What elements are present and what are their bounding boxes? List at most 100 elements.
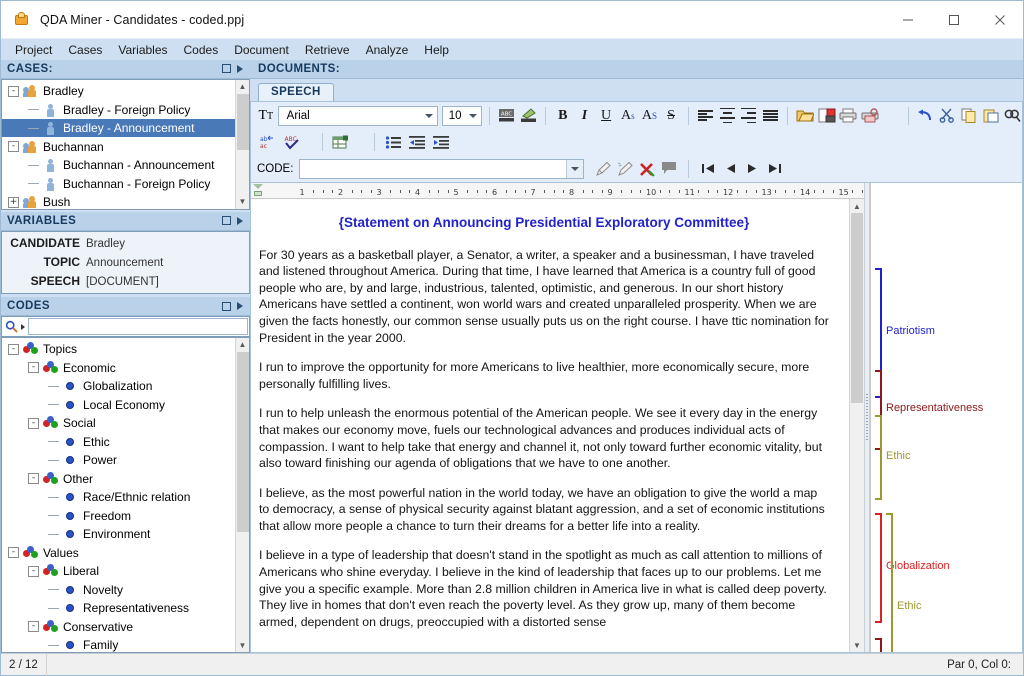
underline-button[interactable]: U [596, 105, 616, 126]
code-row[interactable]: Globalization [2, 377, 235, 396]
case-row[interactable]: -Buchannan [2, 137, 235, 156]
bullet-list-icon[interactable] [382, 132, 404, 153]
align-right-button[interactable] [739, 105, 759, 126]
cases-menu-arrow-icon[interactable] [237, 65, 243, 73]
coding-margin[interactable]: PatriotismRepresentativenessEthicGlobali… [870, 183, 1022, 652]
previous-segment-button[interactable] [719, 158, 741, 179]
open-file-icon[interactable] [795, 105, 815, 126]
code-row[interactable]: Representativeness [2, 599, 235, 618]
variable-row[interactable]: SPEECH [DOCUMENT] [2, 274, 249, 293]
case-row[interactable]: Bradley - Announcement [2, 119, 235, 138]
code-bracket[interactable] [875, 513, 882, 623]
code-row[interactable]: -Topics [2, 340, 235, 359]
code-row[interactable]: -Liberal [2, 562, 235, 581]
tree-expander[interactable]: - [28, 566, 39, 577]
bold-button[interactable]: B [553, 105, 573, 126]
paste-icon[interactable] [981, 105, 1001, 126]
code-margin-label[interactable]: Globalization [886, 560, 950, 572]
case-row[interactable]: Buchannan - Foreign Policy [2, 174, 235, 193]
code-row[interactable]: -Other [2, 469, 235, 488]
copy-icon[interactable] [959, 105, 979, 126]
code-row[interactable]: Ethic [2, 432, 235, 451]
chevron-down-icon[interactable] [422, 107, 437, 125]
codes-search-input[interactable] [28, 318, 248, 335]
code-row[interactable]: Family [2, 636, 235, 652]
variables-menu-arrow-icon[interactable] [237, 217, 243, 225]
delete-code-icon[interactable] [636, 158, 658, 179]
search-dropdown-icon[interactable] [21, 324, 25, 330]
menu-cases[interactable]: Cases [60, 41, 110, 59]
tree-expander[interactable]: - [28, 418, 39, 429]
cases-tree[interactable]: -BradleyBradley - Foreign PolicyBradley … [1, 79, 250, 210]
last-segment-button[interactable] [763, 158, 785, 179]
close-button[interactable] [977, 1, 1023, 39]
menu-help[interactable]: Help [416, 41, 457, 59]
code-row[interactable]: Local Economy [2, 395, 235, 414]
align-left-button[interactable] [696, 105, 716, 126]
first-segment-button[interactable] [697, 158, 719, 179]
code-margin-label[interactable]: Representativeness [886, 402, 983, 414]
tab-speech[interactable]: SPEECH [258, 83, 334, 101]
menu-document[interactable]: Document [226, 41, 297, 59]
codes-menu-arrow-icon[interactable] [237, 302, 243, 310]
variables-maximize-icon[interactable] [222, 216, 231, 225]
next-segment-button[interactable] [741, 158, 763, 179]
superscript-button[interactable]: AS [640, 105, 660, 126]
indent-marker-icon[interactable] [253, 184, 263, 197]
code-row[interactable]: -Values [2, 543, 235, 562]
code-row[interactable]: -Social [2, 414, 235, 433]
chevron-down-icon[interactable] [466, 107, 481, 125]
code-row[interactable]: Freedom [2, 506, 235, 525]
undo-icon[interactable] [916, 105, 936, 126]
codes-scroll-track[interactable] [236, 352, 250, 638]
code-row[interactable]: Novelty [2, 580, 235, 599]
assign-code-icon[interactable] [592, 158, 614, 179]
tree-expander[interactable]: - [8, 547, 19, 558]
spellcheck-icon[interactable]: ABC [280, 132, 302, 153]
codes-scroll-down-icon[interactable]: ▼ [236, 638, 250, 652]
comment-icon[interactable] [658, 158, 680, 179]
tree-expander[interactable]: - [28, 473, 39, 484]
cases-scrollbar[interactable]: ▲ ▼ [235, 80, 249, 209]
code-row[interactable]: Power [2, 451, 235, 470]
cases-scroll-up-icon[interactable]: ▲ [236, 80, 250, 94]
font-size-select[interactable]: 10 [442, 106, 482, 126]
tree-expander[interactable]: - [28, 362, 39, 373]
highlight-color-icon[interactable] [518, 105, 538, 126]
tree-expander[interactable]: - [28, 621, 39, 632]
find-icon[interactable] [1002, 105, 1022, 126]
font-family-select[interactable]: Arial [278, 106, 438, 126]
code-select[interactable] [299, 159, 584, 179]
document-scroll-down-icon[interactable]: ▼ [850, 638, 864, 652]
print-icon[interactable] [839, 105, 859, 126]
cases-maximize-icon[interactable] [222, 64, 231, 73]
codes-scroll-up-icon[interactable]: ▲ [236, 338, 250, 352]
horizontal-ruler[interactable]: 123456789101112131415 [251, 183, 864, 199]
search-icon[interactable] [2, 320, 21, 333]
code-margin-label[interactable]: Ethic [897, 600, 921, 612]
case-row[interactable]: Bradley - Foreign Policy [2, 100, 235, 119]
variable-row[interactable]: CANDIDATE Bradley [2, 236, 249, 255]
minimize-button[interactable] [885, 1, 931, 39]
save-file-icon[interactable] [817, 105, 837, 126]
text-color-icon[interactable]: ABC [497, 105, 517, 126]
font-style-icon[interactable]: TT [256, 105, 276, 126]
menu-project[interactable]: Project [7, 41, 60, 59]
codes-maximize-icon[interactable] [222, 302, 231, 311]
tree-expander[interactable]: - [8, 141, 19, 152]
decrease-indent-icon[interactable] [406, 132, 428, 153]
case-row[interactable]: -Bradley [2, 82, 235, 101]
cut-icon[interactable] [937, 105, 957, 126]
align-justify-button[interactable] [761, 105, 781, 126]
subscript-button[interactable]: As [618, 105, 638, 126]
code-row[interactable]: Environment [2, 525, 235, 544]
document-scroll-track[interactable] [850, 213, 864, 638]
cases-scroll-down-icon[interactable]: ▼ [236, 195, 250, 209]
tree-expander[interactable]: + [8, 197, 19, 208]
code-bracket[interactable] [875, 415, 882, 500]
chevron-down-icon[interactable] [566, 160, 583, 178]
codes-tree[interactable]: -Topics-EconomicGlobalizationLocal Econo… [1, 337, 250, 653]
strikethrough-button[interactable]: S [661, 105, 681, 126]
align-center-button[interactable] [717, 105, 737, 126]
unassign-code-icon[interactable] [614, 158, 636, 179]
